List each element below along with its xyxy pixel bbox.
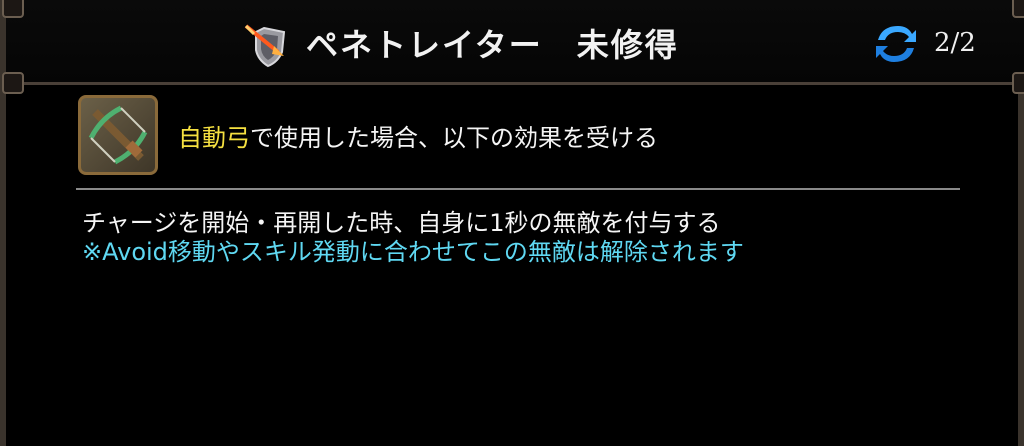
divider — [76, 188, 960, 190]
title-bar: ペネトレイター 未修得 2/2 — [2, 0, 1024, 94]
crossbow-icon — [78, 95, 158, 175]
swap-arrows-icon[interactable] — [872, 20, 920, 68]
frame-corner-ornament — [1012, 72, 1024, 94]
weapon-name: 自動弓 — [178, 124, 250, 152]
page-indicator: 2/2 — [934, 28, 976, 58]
frame-corner-ornament — [1012, 0, 1024, 18]
effect-note: ※Avoid移動やスキル発動に合わせてこの無敵は解除されます — [82, 238, 744, 266]
skill-title: ペネトレイター 未修得 — [306, 26, 679, 64]
frame-corner-ornament — [2, 72, 24, 94]
shield-arrow-icon — [244, 22, 294, 68]
skill-tooltip-panel: ペネトレイター 未修得 2/2 自動弓で使用した場合、以下の効果を受ける チャー… — [0, 0, 1024, 446]
frame-corner-ornament — [2, 0, 24, 18]
weapon-condition: 自動弓で使用した場合、以下の効果を受ける — [178, 118, 658, 153]
condition-text: で使用した場合、以下の効果を受ける — [250, 124, 658, 152]
